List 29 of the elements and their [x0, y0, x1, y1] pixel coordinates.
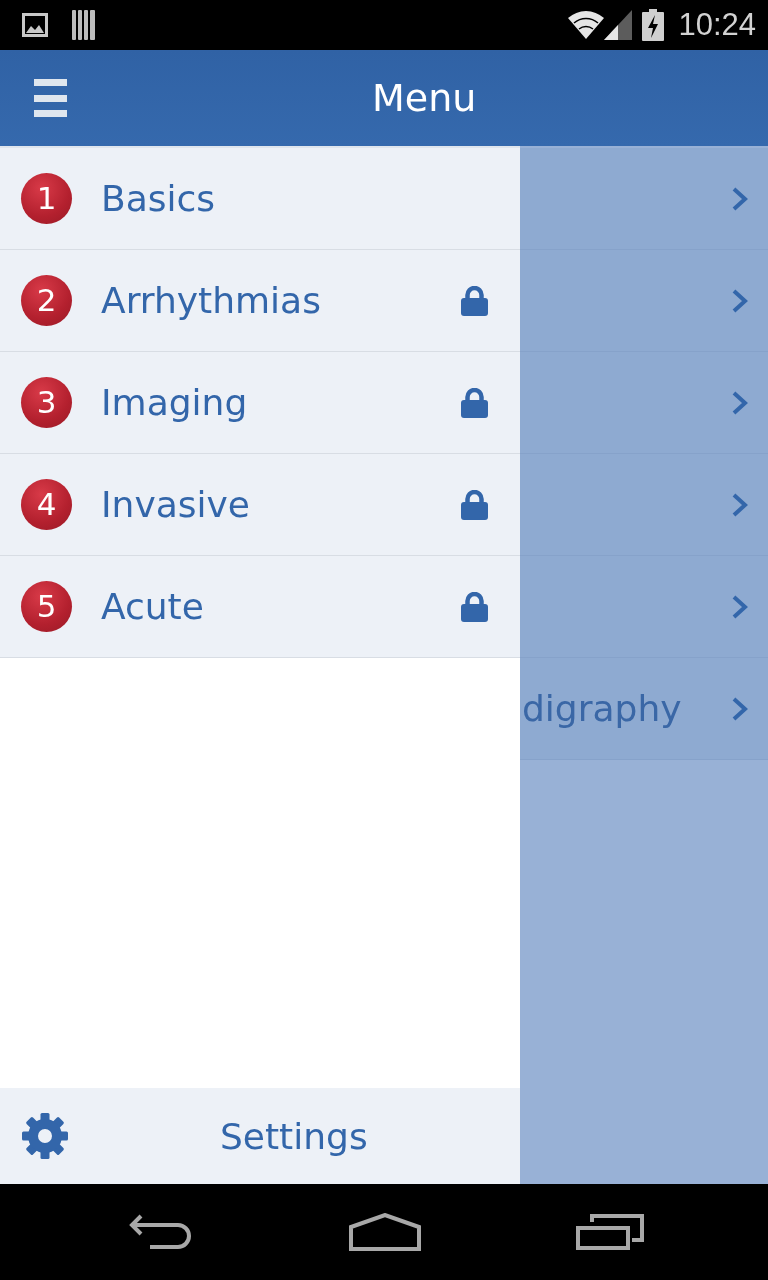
menu-item[interactable]: 3 Imaging	[0, 352, 520, 454]
number-badge: 5	[21, 581, 72, 632]
image-icon	[22, 13, 48, 37]
menu-item[interactable]: 2 Arrhythmias	[0, 250, 520, 352]
number-badge: 1	[21, 173, 72, 224]
chevron-icon	[732, 288, 748, 313]
chevron-icon	[732, 186, 748, 211]
chevron-icon	[732, 492, 748, 517]
chevron-icon	[732, 696, 748, 721]
back-icon[interactable]	[128, 1214, 194, 1250]
number-badge: 4	[21, 479, 72, 530]
menu-item[interactable]: 5 Acute	[0, 556, 520, 658]
app-bar-title: Menu	[372, 79, 477, 117]
clock-time: 10:24	[678, 7, 756, 43]
menu-item[interactable]: 1 Basics	[0, 148, 520, 250]
recents-icon[interactable]	[576, 1214, 644, 1250]
row-title: digraphy	[522, 688, 683, 729]
chevron-icon	[732, 390, 748, 415]
menu-icon[interactable]	[34, 79, 67, 117]
number-badge: 2	[21, 275, 72, 326]
settings-button[interactable]: Settings	[0, 1088, 520, 1184]
number-badge: 3	[21, 377, 72, 428]
home-icon[interactable]	[349, 1213, 421, 1251]
stripes-icon	[72, 10, 96, 40]
menu-item[interactable]: 4 Invasive	[0, 454, 520, 556]
signal-icon	[604, 10, 633, 40]
battery-charging-icon	[642, 9, 665, 41]
settings-icon	[22, 1113, 68, 1159]
chevron-icon	[732, 594, 748, 619]
